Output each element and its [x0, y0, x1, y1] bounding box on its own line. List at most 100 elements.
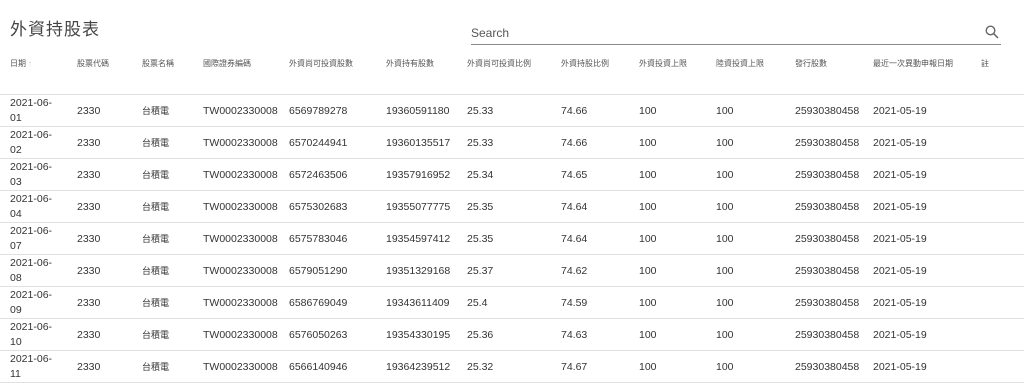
- column-header-code[interactable]: 股票代碼: [67, 52, 132, 95]
- cell-note: [971, 126, 1024, 159]
- column-header-label: 外資投資上限: [639, 59, 687, 68]
- cell-name: 台積電: [132, 126, 193, 159]
- cell-last-change: 2021-05-19: [863, 94, 971, 127]
- cell-available-pct: 25.37: [457, 254, 551, 287]
- cell-isin: TW0002330008: [193, 190, 279, 223]
- cell-foreign-limit: 100: [629, 94, 706, 127]
- search-icon[interactable]: [985, 24, 1001, 40]
- cell-isin: TW0002330008: [193, 318, 279, 351]
- cell-name: 台積電: [132, 190, 193, 223]
- table-row[interactable]: 2021-06- 07 2330 台積電 TW0002330008 6575783046 1…: [0, 222, 1024, 255]
- cell-name: 台積電: [132, 222, 193, 255]
- cell-foreign-limit: 100: [629, 222, 706, 255]
- cell-code: 2330: [67, 190, 132, 223]
- column-header-last-change[interactable]: 最近一次異動申報日期: [863, 52, 971, 95]
- cell-note: [971, 94, 1024, 127]
- cell-issued: 25930380458: [785, 190, 863, 223]
- column-header-available-pct[interactable]: 外資尚可投資比例: [457, 52, 551, 95]
- cell-held-pct: 74.64: [551, 222, 629, 255]
- column-header-label: 外資尚可投資股數: [289, 59, 353, 68]
- column-header-name[interactable]: 股票名稱: [132, 52, 193, 95]
- search-bar[interactable]: [471, 22, 1001, 45]
- table-row[interactable]: 2021-06- 11 2330 台積電 TW0002330008 6566140946 1…: [0, 350, 1024, 383]
- cell-foreign-limit: 100: [629, 286, 706, 319]
- column-header-label: 註: [981, 59, 989, 68]
- cell-isin: TW0002330008: [193, 222, 279, 255]
- cell-held-pct: 74.62: [551, 254, 629, 287]
- cell-available: 6576050263: [279, 318, 376, 351]
- cell-last-change: 2021-05-19: [863, 126, 971, 159]
- table-row[interactable]: 2021-06- 09 2330 台積電 TW0002330008 6586769049 1…: [0, 286, 1024, 319]
- cell-held: 19355077775: [376, 190, 457, 223]
- cell-issued: 25930380458: [785, 350, 863, 383]
- cell-last-change: 2021-05-19: [863, 254, 971, 287]
- cell-code: 2330: [67, 350, 132, 383]
- column-header-held-pct[interactable]: 外資持股比例: [551, 52, 629, 95]
- cell-note: [971, 158, 1024, 191]
- table-row[interactable]: 2021-06- 04 2330 台積電 TW0002330008 6575302683 1…: [0, 190, 1024, 223]
- cell-available: 6575783046: [279, 222, 376, 255]
- cell-isin: TW0002330008: [193, 254, 279, 287]
- cell-code: 2330: [67, 254, 132, 287]
- cell-available: 6572463506: [279, 158, 376, 191]
- column-header-isin[interactable]: 國際證券編碼: [193, 52, 279, 95]
- cell-china-limit: 100: [706, 190, 785, 223]
- cell-note: [971, 254, 1024, 287]
- cell-available-pct: 25.34: [457, 158, 551, 191]
- table-row[interactable]: 2021-06- 02 2330 台積電 TW0002330008 6570244941 1…: [0, 126, 1024, 159]
- column-header-note[interactable]: 註: [971, 52, 1024, 95]
- cell-name: 台積電: [132, 158, 193, 191]
- cell-available-pct: 25.33: [457, 126, 551, 159]
- cell-isin: TW0002330008: [193, 286, 279, 319]
- cell-available: 6566140946: [279, 350, 376, 383]
- cell-date: 2021-06- 04: [0, 190, 67, 223]
- cell-held: 19360135517: [376, 126, 457, 159]
- column-header-label: 外資尚可投資比例: [467, 59, 531, 68]
- cell-available-pct: 25.32: [457, 350, 551, 383]
- column-header-label: 外資持股比例: [561, 59, 609, 68]
- cell-note: [971, 318, 1024, 351]
- cell-last-change: 2021-05-19: [863, 350, 971, 383]
- cell-last-change: 2021-05-19: [863, 222, 971, 255]
- cell-name: 台積電: [132, 254, 193, 287]
- column-header-label: 陸資投資上限: [716, 59, 764, 68]
- column-header-foreign-limit[interactable]: 外資投資上限: [629, 52, 706, 95]
- cell-foreign-limit: 100: [629, 254, 706, 287]
- column-header-held[interactable]: 外資持有股數: [376, 52, 457, 95]
- search-input[interactable]: [471, 23, 971, 43]
- cell-foreign-limit: 100: [629, 190, 706, 223]
- table-row[interactable]: 2021-06- 10 2330 台積電 TW0002330008 6576050263 1…: [0, 318, 1024, 351]
- cell-held-pct: 74.67: [551, 350, 629, 383]
- cell-note: [971, 190, 1024, 223]
- cell-held: 19354330195: [376, 318, 457, 351]
- cell-china-limit: 100: [706, 318, 785, 351]
- cell-available: 6575302683: [279, 190, 376, 223]
- cell-isin: TW0002330008: [193, 126, 279, 159]
- cell-last-change: 2021-05-19: [863, 190, 971, 223]
- sort-arrow-icon[interactable]: ↑: [28, 59, 32, 68]
- cell-foreign-limit: 100: [629, 318, 706, 351]
- cell-china-limit: 100: [706, 222, 785, 255]
- cell-code: 2330: [67, 318, 132, 351]
- table-row[interactable]: 2021-06- 08 2330 台積電 TW0002330008 6579051290 1…: [0, 254, 1024, 287]
- cell-name: 台積電: [132, 94, 193, 127]
- cell-code: 2330: [67, 126, 132, 159]
- column-header-china-limit[interactable]: 陸資投資上限: [706, 52, 785, 95]
- cell-last-change: 2021-05-19: [863, 286, 971, 319]
- cell-available: 6569789278: [279, 94, 376, 127]
- cell-note: [971, 350, 1024, 383]
- cell-held: 19357916952: [376, 158, 457, 191]
- cell-china-limit: 100: [706, 94, 785, 127]
- column-header-date[interactable]: 日期 ↑: [0, 52, 67, 95]
- cell-held-pct: 74.63: [551, 318, 629, 351]
- column-header-available[interactable]: 外資尚可投資股數: [279, 52, 376, 95]
- cell-issued: 25930380458: [785, 254, 863, 287]
- cell-code: 2330: [67, 286, 132, 319]
- cell-available-pct: 25.36: [457, 318, 551, 351]
- column-header-issued[interactable]: 發行股數: [785, 52, 863, 95]
- cell-name: 台積電: [132, 350, 193, 383]
- table-row[interactable]: 2021-06- 01 2330 台積電 TW0002330008 6569789278 1…: [0, 94, 1024, 127]
- cell-code: 2330: [67, 94, 132, 127]
- cell-date: 2021-06- 11: [0, 350, 67, 383]
- table-row[interactable]: 2021-06- 03 2330 台積電 TW0002330008 6572463506 1…: [0, 158, 1024, 191]
